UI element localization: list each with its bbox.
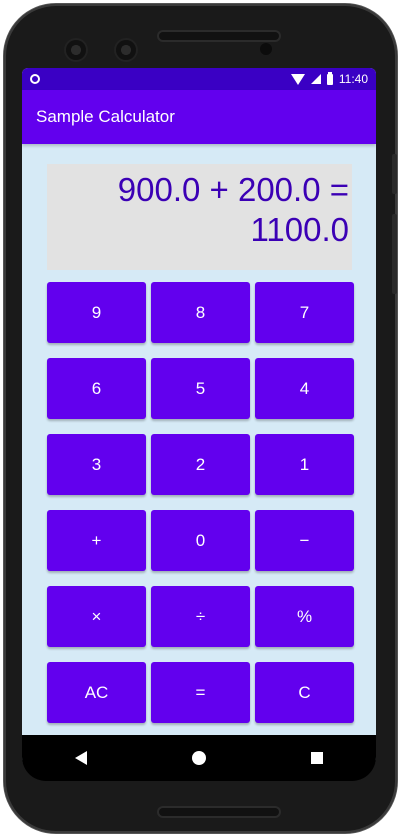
home-icon[interactable] (191, 751, 206, 765)
equals-button[interactable]: = (151, 662, 250, 723)
back-icon[interactable] (74, 751, 87, 765)
digit-1-button[interactable]: 1 (255, 434, 354, 495)
percent-button[interactable]: % (255, 586, 354, 647)
divide-button[interactable]: ÷ (151, 586, 250, 647)
power-button (392, 154, 397, 194)
status-time: 11:40 (338, 72, 368, 86)
wifi-icon (290, 73, 305, 85)
expression-text: 900.0 + 200.0 = (117, 171, 349, 208)
digit-2-button[interactable]: 2 (151, 434, 250, 495)
recents-icon[interactable] (311, 752, 324, 764)
battery-icon (326, 71, 333, 85)
front-camera-icon (66, 40, 86, 60)
digit-5-button[interactable]: 5 (151, 358, 250, 419)
navigation-bar (22, 735, 376, 781)
clear-button[interactable]: C (255, 662, 354, 723)
result-text: 1100.0 (250, 211, 349, 248)
signal-icon (310, 74, 321, 84)
bottom-speaker (159, 808, 279, 816)
status-bar: 11:40 (22, 68, 376, 90)
digit-9-button[interactable]: 9 (47, 282, 146, 343)
digit-4-button[interactable]: 4 (255, 358, 354, 419)
digit-8-button[interactable]: 8 (151, 282, 250, 343)
app-title: Sample Calculator (36, 107, 175, 126)
subtract-button[interactable]: − (255, 510, 354, 571)
digit-3-button[interactable]: 3 (47, 434, 146, 495)
earpiece-speaker (159, 32, 279, 40)
proximity-sensor (260, 43, 272, 55)
front-camera-icon (116, 40, 136, 60)
calculator-display: 900.0 + 200.0 = 1100.0 (47, 164, 352, 270)
digit-0-button[interactable]: 0 (151, 510, 250, 571)
multiply-button[interactable]: × (47, 586, 146, 647)
all-clear-button[interactable]: AC (47, 662, 146, 723)
app-bar: Sample Calculator (22, 90, 376, 144)
digit-7-button[interactable]: 7 (255, 282, 354, 343)
notification-icon (30, 74, 40, 84)
keypad: 9 8 7 6 5 4 3 2 1 + 0 − × ÷ % AC = C (47, 282, 354, 723)
digit-6-button[interactable]: 6 (47, 358, 146, 419)
add-button[interactable]: + (47, 510, 146, 571)
volume-button (392, 214, 397, 294)
app-screen: 11:40 Sample Calculator 900.0 + 200.0 = … (22, 68, 376, 780)
